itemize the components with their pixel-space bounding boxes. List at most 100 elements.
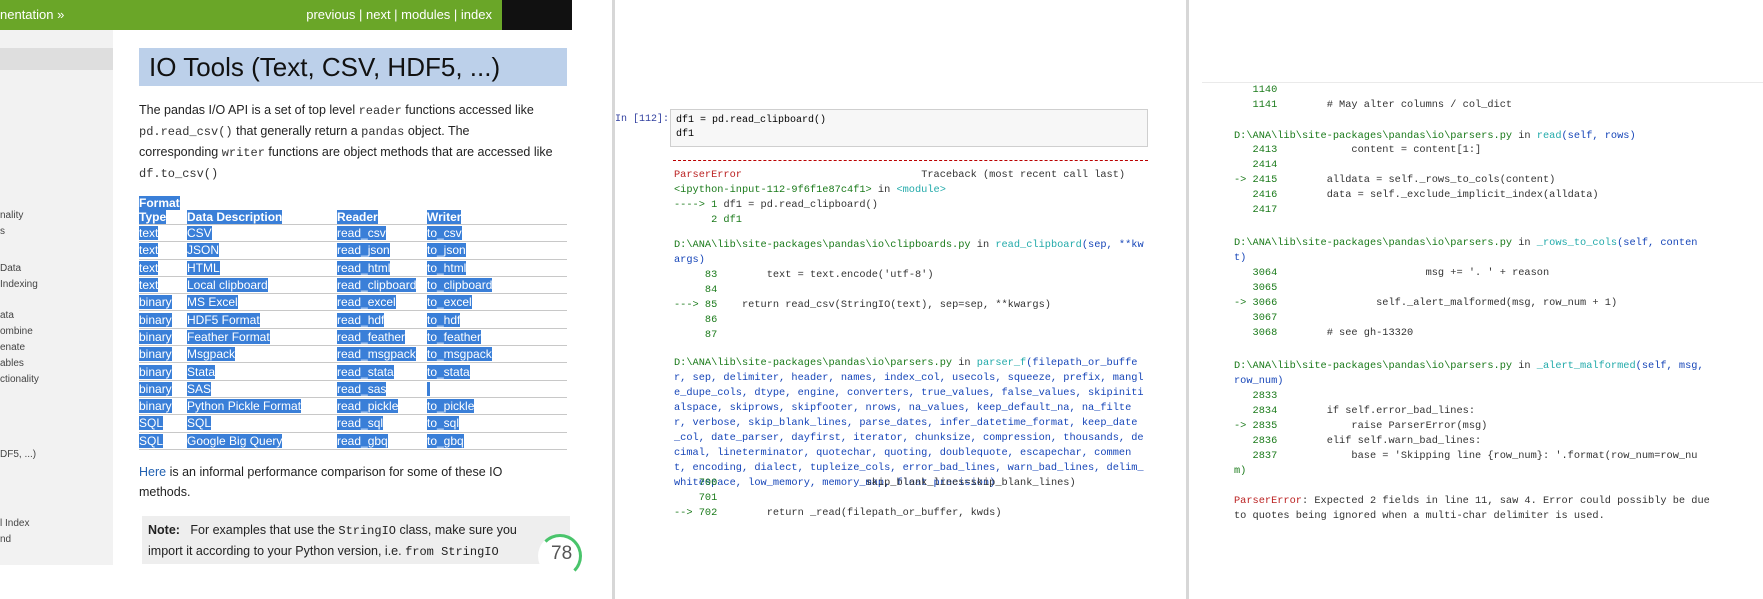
writer-cell[interactable]: to_excel	[427, 295, 472, 310]
reader-cell[interactable]: read_pickle	[337, 399, 399, 414]
reader-cell[interactable]: read_excel	[337, 295, 396, 310]
sidebar-item[interactable]: Indexing	[0, 279, 38, 290]
table-cell: binary	[139, 293, 187, 312]
code-context-line: 2414	[1234, 158, 1278, 173]
format-type-cell: binary	[139, 381, 172, 396]
note-text: import it according to your Python versi…	[148, 544, 406, 558]
line-code: content = content[1:]	[1277, 144, 1482, 156]
here-link[interactable]: Here	[139, 465, 166, 479]
writer-cell[interactable]: to_sql	[427, 416, 460, 431]
reader-cell[interactable]: read_html	[337, 260, 391, 275]
line-code: self._alert_malformed(msg, row_num + 1)	[1277, 297, 1618, 309]
writer-cell[interactable]: to_hdf	[427, 312, 461, 327]
description-cell: HTML	[187, 260, 220, 275]
description-cell: SAS	[187, 381, 212, 396]
sidebar-item[interactable]: ctionality	[0, 374, 39, 385]
traceback-frame-header: D:\ANA\lib\site-packages\pandas\io\parse…	[1234, 129, 1636, 144]
reader-cell[interactable]: read_stata	[337, 364, 394, 379]
sidebar-selected-item[interactable]	[0, 48, 113, 70]
note-box: Note: For examples that use the StringIO…	[142, 516, 570, 564]
sidebar-item[interactable]: nd	[0, 534, 11, 545]
in-word: in	[970, 239, 996, 251]
table-cell: binary	[139, 345, 187, 364]
table-cell: to_gbq	[427, 432, 567, 450]
table-cell: read_stata	[337, 362, 427, 381]
reader-cell[interactable]: read_csv	[337, 226, 386, 241]
traceback-frame-header: <ipython-input-112-9f6f1e87c4f1> in <mod…	[674, 183, 946, 198]
table-body: text CSV read_csv to_csv text JSON read_json to…	[139, 224, 567, 450]
code-context-line: 701	[674, 491, 718, 506]
sidebar-item[interactable]: enate	[0, 342, 25, 353]
line-number: 3065	[1234, 282, 1278, 294]
function-signature-line: cimal, lineterminator, quotechar, quotin…	[674, 447, 1132, 459]
table-cell: text	[139, 259, 187, 277]
function-signature-line: t, encoding, dialect, tupleize_cols, err…	[674, 462, 1144, 474]
paragraph-text: methods.	[139, 484, 191, 499]
performance-paragraph: Here is an informal performance comparis…	[139, 462, 567, 502]
input-ref: <ipython-input-112-9f6f1e87c4f1>	[674, 184, 872, 196]
writer-cell[interactable]: to_html	[427, 260, 467, 275]
sidebar-item[interactable]: Data	[0, 263, 21, 274]
inline-code[interactable]: df.to_csv()	[139, 167, 218, 181]
nav-previous-link[interactable]: previous	[306, 7, 355, 22]
reader-cell[interactable]: read_json	[337, 243, 390, 258]
reader-cell[interactable]: read_feather	[337, 329, 406, 344]
nav-next-link[interactable]: next	[366, 7, 391, 22]
traceback-line: ----> 1 df1 = pd.read_clipboard()	[674, 198, 878, 213]
line-number: -> 2835	[1234, 420, 1278, 432]
sidebar-item[interactable]: ables	[0, 358, 24, 369]
sidebar-item[interactable]: nality	[0, 210, 23, 221]
description-cell: Google Big Query	[187, 433, 283, 448]
table-cell: text	[139, 276, 187, 295]
sidebar-item[interactable]: s	[0, 226, 5, 237]
reader-cell[interactable]: read_sas	[337, 381, 387, 396]
line-number: ---> 85	[674, 299, 718, 311]
table-cell: read_sql	[337, 414, 427, 433]
description-cell: Python Pickle Format	[187, 399, 302, 414]
sidebar-item[interactable]: DF5, ...)	[0, 449, 36, 460]
code-cell[interactable]: df1 = pd.read_clipboard() df1	[670, 109, 1148, 147]
table-cell: to_pickle	[427, 397, 567, 416]
reader-cell[interactable]: read_sql	[337, 416, 384, 431]
line-code: df1 = pd.read_clipboard()	[723, 199, 878, 211]
writer-cell[interactable]: to_json	[427, 243, 466, 258]
writer-cell[interactable]: to_clipboard	[427, 278, 493, 293]
sidebar-item[interactable]: ombine	[0, 326, 33, 337]
reader-cell[interactable]: read_hdf	[337, 312, 385, 327]
inline-code[interactable]: pd.read_csv()	[139, 125, 233, 139]
line-number: 701	[674, 492, 718, 504]
sidebar-item[interactable]: l Index	[0, 518, 29, 529]
nav-modules-link[interactable]: modules	[401, 7, 450, 22]
format-type-cell: SQL	[139, 433, 164, 448]
function-name: _rows_to_cols	[1536, 237, 1618, 249]
table-cell: Stata	[187, 362, 337, 381]
inline-code: reader	[358, 104, 402, 118]
traceback-frame-header: D:\ANA\lib\site-packages\pandas\io\parse…	[1234, 236, 1697, 251]
table-cell: to_feather	[427, 328, 567, 347]
intro-text: that generally return a	[232, 124, 362, 138]
format-type-cell: binary	[139, 329, 172, 344]
breadcrumb[interactable]: nentation »	[0, 7, 64, 22]
reader-cell[interactable]: read_msgpack	[337, 347, 416, 362]
page-title-box: IO Tools (Text, CSV, HDF5, ...)	[139, 48, 567, 86]
function-signature: (self, rows)	[1561, 130, 1636, 142]
reader-cell[interactable]: read_gbq	[337, 433, 388, 448]
nav-index-link[interactable]: index	[461, 7, 492, 22]
writer-cell[interactable]: to_csv	[427, 226, 462, 241]
writer-cell[interactable]: to_pickle	[427, 399, 475, 414]
error-name: ParserError	[674, 169, 742, 181]
reader-cell[interactable]: read_clipboard	[337, 278, 417, 293]
table-cell: MS Excel	[187, 293, 337, 312]
writer-cell[interactable]: to_stata	[427, 364, 470, 379]
table-cell: read_gbq	[337, 432, 427, 450]
table-cell: read_csv	[337, 224, 427, 243]
sidebar-item[interactable]: ata	[0, 310, 14, 321]
note-text: For examples that use the	[190, 523, 339, 537]
table-cell: read_json	[337, 241, 427, 260]
table-cell: read_sas	[337, 380, 427, 398]
nav-search-area[interactable]	[502, 0, 572, 30]
code-context-line: 2416 data = self._exclude_implicit_index…	[1234, 188, 1599, 203]
writer-cell[interactable]: to_msgpack	[427, 347, 492, 362]
writer-cell[interactable]: to_gbq	[427, 433, 464, 448]
writer-cell[interactable]: to_feather	[427, 329, 482, 344]
